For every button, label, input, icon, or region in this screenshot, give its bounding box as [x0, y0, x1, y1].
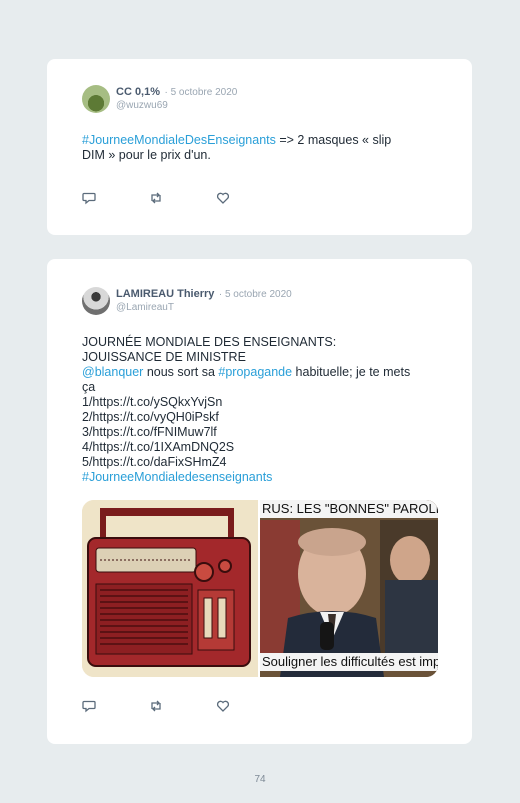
like-icon[interactable] — [216, 191, 230, 205]
tweet-line-text: => 2 masques « slip — [275, 133, 392, 147]
politician-image[interactable]: RUS: LES "BONNES" PAROLES Souligner les … — [260, 500, 438, 677]
tweet-line: JOURNÉE MONDIALE DES ENSEIGNANTS: — [82, 335, 337, 349]
tweet-meta: LAMIREAU Thierry · 5 octobre 2020 @Lamir… — [116, 287, 292, 315]
tweet-line: DIM » pour le prix d'un. — [82, 148, 211, 162]
tweet-link-line[interactable]: 4/https://t.co/1IXAmDNQ2S — [82, 440, 442, 455]
tweet-line-text: nous sort sa — [143, 365, 219, 379]
mention-link[interactable]: @blanquer — [82, 365, 143, 379]
tweet-text: #JourneeMondialeDesEnseignants => 2 masq… — [82, 133, 442, 163]
tweet-header: CC 0,1% · 5 octobre 2020 @wuzwu69 — [82, 85, 237, 113]
tweet-link-line[interactable]: 2/https://t.co/vyQH0iPskf — [82, 410, 442, 425]
tweet-card: CC 0,1% · 5 octobre 2020 @wuzwu69 #Journ… — [47, 59, 472, 235]
tweet-link-line[interactable]: 3/https://t.co/fFNIMuw7lf — [82, 425, 442, 440]
author-name[interactable]: CC 0,1% — [116, 86, 160, 98]
retweet-icon[interactable] — [149, 699, 163, 713]
tweet-actions — [82, 191, 283, 205]
tweet-card: LAMIREAU Thierry · 5 octobre 2020 @Lamir… — [47, 259, 472, 744]
hashtag-link[interactable]: #JourneeMondialedesenseignants — [82, 470, 272, 484]
tweet-text: JOURNÉE MONDIALE DES ENSEIGNANTS: JOUISS… — [82, 335, 442, 485]
tweet-actions — [82, 699, 283, 713]
retweet-icon[interactable] — [149, 191, 163, 205]
like-icon[interactable] — [216, 699, 230, 713]
radio-image[interactable] — [82, 500, 258, 677]
hashtag-link[interactable]: #JourneeMondialeDesEnseignants — [82, 133, 276, 147]
reply-icon[interactable] — [82, 191, 96, 205]
page-number: 74 — [254, 774, 266, 785]
author-handle[interactable]: @wuzwu69 — [116, 100, 237, 112]
hashtag-link[interactable]: #propagande — [218, 365, 292, 379]
image-caption-bottom: Souligner les difficultés est important — [260, 653, 438, 671]
tweet-line-text: habituelle; je te mets — [292, 365, 411, 379]
tweet-date[interactable]: · 5 octobre 2020 — [219, 289, 292, 300]
author-handle[interactable]: @LamireauT — [116, 302, 292, 314]
tweet-line: #JourneeMondialeDesEnseignants => 2 masq… — [82, 133, 442, 148]
tweet-line: @blanquer nous sort sa #propagande habit… — [82, 365, 442, 380]
tweet-line: #JourneeMondialedesenseignants — [82, 470, 442, 485]
tweet-line: ça — [82, 380, 96, 394]
reply-icon[interactable] — [82, 699, 96, 713]
tweet-media[interactable]: RUS: LES "BONNES" PAROLES Souligner les … — [82, 500, 438, 677]
tweet-meta: CC 0,1% · 5 octobre 2020 @wuzwu69 — [116, 85, 237, 113]
author-name[interactable]: LAMIREAU Thierry — [116, 288, 214, 300]
radio-illustration — [82, 500, 258, 677]
tweet-date[interactable]: · 5 octobre 2020 — [164, 87, 237, 98]
tweet-header: LAMIREAU Thierry · 5 octobre 2020 @Lamir… — [82, 287, 292, 315]
tweet-link-line[interactable]: 5/https://t.co/daFixSHmZ4 — [82, 455, 442, 470]
avatar[interactable] — [82, 85, 110, 113]
politician-illustration — [260, 500, 438, 677]
avatar[interactable] — [82, 287, 110, 315]
tweet-line: JOUISSANCE DE MINISTRE — [82, 350, 246, 364]
image-caption-top: RUS: LES "BONNES" PAROLES — [260, 500, 438, 518]
tweet-link-line[interactable]: 1/https://t.co/ySQkxYvjSn — [82, 395, 442, 410]
